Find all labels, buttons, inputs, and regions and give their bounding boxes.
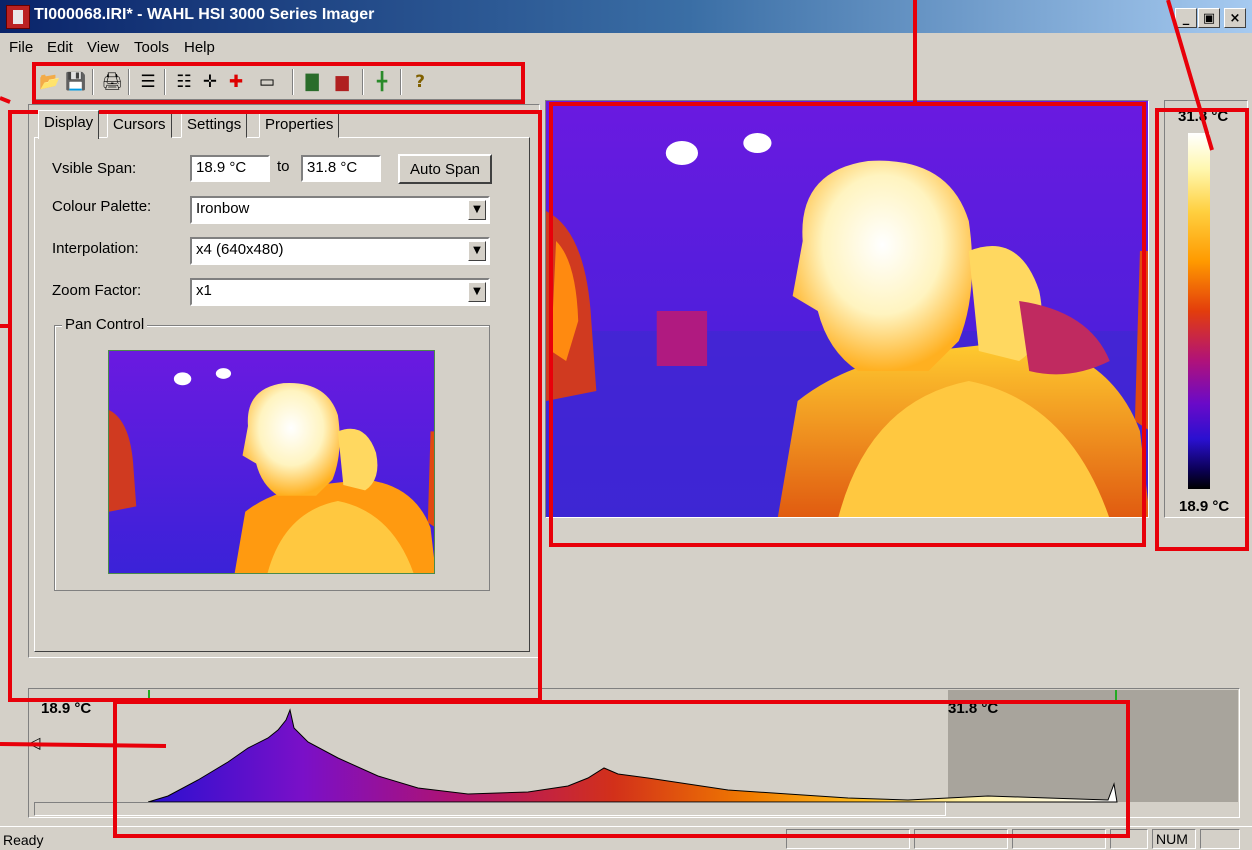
tab-display[interactable]: Display [38, 110, 100, 139]
annotation-lines [0, 0, 1214, 748]
